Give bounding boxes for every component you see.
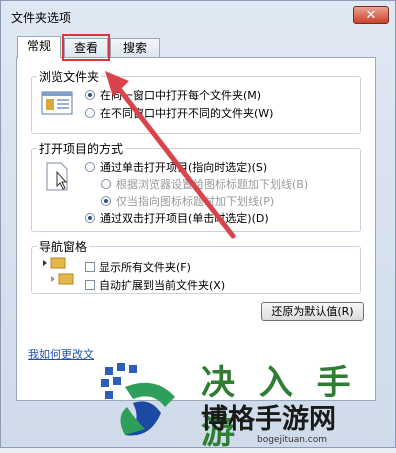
folder-options-window: 文件夹选项 ✕ 常规 查看 搜索 浏览文件夹 在同一窗口中打开每个文件夹(M) … bbox=[0, 0, 396, 452]
annotation-arrow bbox=[105, 71, 236, 239]
